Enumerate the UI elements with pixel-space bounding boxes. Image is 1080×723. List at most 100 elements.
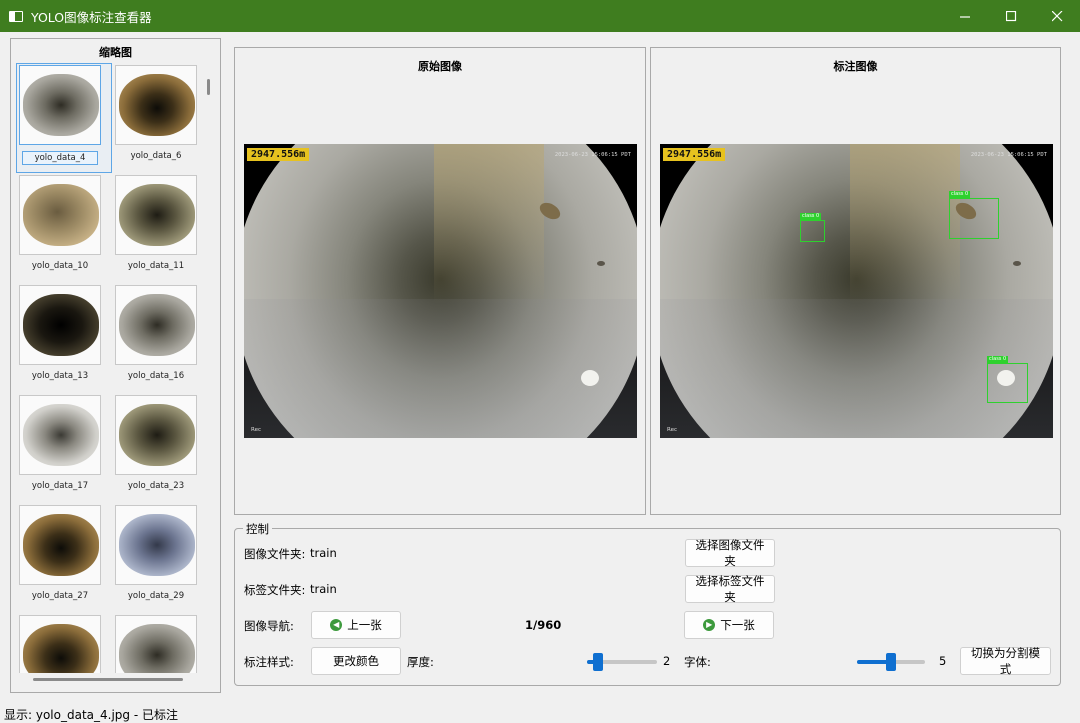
thumbnail-label: yolo_data_4 bbox=[17, 151, 103, 165]
bounding-box[interactable]: class 0 bbox=[987, 356, 1028, 403]
thumbnail-label: yolo_data_11 bbox=[113, 261, 199, 271]
thumbnail-label-text: yolo_data_16 bbox=[127, 371, 185, 381]
thumbnail-image-frame bbox=[19, 285, 101, 365]
font-label: 字体: bbox=[684, 655, 711, 669]
thumbnail-label-text: yolo_data_6 bbox=[130, 151, 182, 161]
select-image-folder-button[interactable]: 选择图像文件夹 bbox=[685, 538, 775, 568]
close-button[interactable] bbox=[1034, 0, 1080, 32]
thumbnail-image bbox=[23, 514, 99, 576]
thumbnail-label: yolo_data_23 bbox=[113, 481, 199, 491]
depth-overlay: 2947.556m bbox=[247, 148, 310, 161]
font-size-slider[interactable] bbox=[857, 653, 925, 671]
thumbnail-image bbox=[119, 404, 195, 466]
original-image-title: 原始图像 bbox=[418, 60, 462, 73]
thumbnail-grid: yolo_data_4 yolo_data_6 yolo_data_10 yolo_d… bbox=[17, 65, 207, 673]
thumbnail-item[interactable]: yolo_data_17 bbox=[17, 395, 103, 491]
thumbnail-label: yolo_data_10 bbox=[17, 261, 103, 271]
change-color-button[interactable]: 更改颜色 bbox=[311, 647, 401, 675]
app-icon bbox=[9, 10, 23, 22]
bounding-box-label: class 0 bbox=[800, 213, 822, 220]
thumbnail-label-text: yolo_data_10 bbox=[31, 261, 89, 271]
title-bar: YOLO图像标注查看器 bbox=[0, 0, 1080, 32]
thumbnail-label-text: yolo_data_23 bbox=[127, 481, 185, 491]
thumbnail-item[interactable] bbox=[113, 615, 199, 673]
image-folder-value: train bbox=[310, 546, 337, 560]
thumbnail-item[interactable]: yolo_data_6 bbox=[113, 65, 199, 161]
thumbnail-label-text: yolo_data_11 bbox=[127, 261, 185, 271]
thumbnail-image-frame bbox=[19, 175, 101, 255]
thumbnail-image bbox=[119, 74, 195, 136]
thickness-slider[interactable] bbox=[587, 653, 657, 671]
thumbnail-image-frame bbox=[115, 65, 197, 145]
horizontal-scrollbar[interactable] bbox=[33, 678, 183, 681]
thumbnail-image-frame bbox=[115, 615, 197, 673]
original-image: 2947.556m 2023-06-23 15:06:15 PDT Rec bbox=[244, 144, 637, 438]
thumbnail-item[interactable]: yolo_data_16 bbox=[113, 285, 199, 381]
thumbnail-item[interactable] bbox=[17, 615, 103, 673]
thumbnail-image-frame bbox=[115, 175, 197, 255]
prev-button[interactable]: ◀ 上一张 bbox=[311, 611, 401, 639]
next-button[interactable]: ▶ 下一张 bbox=[684, 611, 774, 639]
thumbnail-item[interactable]: yolo_data_13 bbox=[17, 285, 103, 381]
minimize-button[interactable] bbox=[942, 0, 988, 32]
thumbnail-image-frame bbox=[19, 65, 101, 145]
thumbnail-label-text: yolo_data_29 bbox=[127, 591, 185, 601]
maximize-button[interactable] bbox=[988, 0, 1034, 32]
annotated-image-title: 标注图像 bbox=[833, 60, 878, 73]
thumbnail-item[interactable]: yolo_data_10 bbox=[17, 175, 103, 271]
rec-overlay: Rec bbox=[251, 427, 261, 433]
thumbnail-item[interactable]: yolo_data_23 bbox=[113, 395, 199, 491]
thickness-slider-thumb[interactable] bbox=[593, 653, 603, 671]
thumbnail-image-frame bbox=[19, 505, 101, 585]
thumbnail-label: yolo_data_27 bbox=[17, 591, 103, 601]
thumbnail-item[interactable]: yolo_data_4 bbox=[17, 65, 103, 165]
label-folder-value: train bbox=[310, 582, 337, 596]
annotated-image: 2947.556m 2023-06-23 15:06:15 PDT Rec cl… bbox=[660, 144, 1053, 438]
bounding-box[interactable]: class 0 bbox=[800, 213, 825, 242]
thumbnail-image bbox=[119, 514, 195, 576]
label-folder-label: 标签文件夹: bbox=[244, 583, 306, 597]
thumbnail-item[interactable]: yolo_data_11 bbox=[113, 175, 199, 271]
control-group: 控制 图像文件夹: train 选择图像文件夹 标签文件夹: train 选择标… bbox=[234, 521, 1061, 686]
original-image-panel: 原始图像 2947.556m 2023-06-23 15:06:15 PDT R… bbox=[234, 47, 646, 515]
thumbnail-image-frame bbox=[19, 395, 101, 475]
toggle-segmentation-mode-button[interactable]: 切换为分割模式 bbox=[960, 646, 1051, 676]
thumbnail-header: 缩略图 bbox=[99, 46, 132, 59]
thumbnail-label: yolo_data_29 bbox=[113, 591, 199, 601]
status-bar: 显示: yolo_data_4.jpg - 已标注 bbox=[4, 708, 178, 722]
close-icon bbox=[1051, 10, 1062, 21]
vertical-scrollbar[interactable] bbox=[207, 79, 210, 95]
timestamp-overlay: 2023-06-23 15:06:15 PDT bbox=[970, 152, 1047, 158]
bounding-box-label: class 0 bbox=[949, 191, 971, 198]
thumbnail-image bbox=[23, 404, 99, 466]
rec-overlay: Rec bbox=[667, 427, 677, 433]
font-size-slider-thumb[interactable] bbox=[886, 653, 896, 671]
arrow-right-icon: ▶ bbox=[703, 619, 716, 631]
arrow-left-icon: ◀ bbox=[330, 619, 343, 631]
thumbnail-label-text: yolo_data_27 bbox=[31, 591, 89, 601]
thumbnail-item[interactable]: yolo_data_29 bbox=[113, 505, 199, 601]
thumbnail-image bbox=[119, 624, 195, 673]
thickness-label: 厚度: bbox=[407, 655, 434, 669]
thumbnail-item[interactable]: yolo_data_27 bbox=[17, 505, 103, 601]
thumbnail-label-text: yolo_data_17 bbox=[31, 481, 89, 491]
font-size-value: 5 bbox=[939, 654, 947, 668]
thumbnail-panel: 缩略图 yolo_data_4 yolo_data_6 yolo_data_10 yo… bbox=[10, 38, 221, 693]
bounding-box[interactable]: class 0 bbox=[949, 191, 999, 239]
thumbnail-image bbox=[23, 184, 99, 246]
timestamp-overlay: 2023-06-23 15:06:15 PDT bbox=[554, 152, 631, 158]
thumbnail-image-frame bbox=[115, 285, 197, 365]
bounding-box-label: class 0 bbox=[987, 356, 1009, 363]
thumbnail-label-text: yolo_data_13 bbox=[31, 371, 89, 381]
minimize-icon bbox=[959, 15, 970, 18]
next-button-label: 下一张 bbox=[720, 618, 755, 632]
image-counter: 1/960 bbox=[525, 618, 562, 632]
style-label: 标注样式: bbox=[244, 655, 294, 669]
thumbnail-image-frame bbox=[19, 615, 101, 673]
select-label-folder-button[interactable]: 选择标签文件夹 bbox=[685, 574, 775, 604]
thumbnail-image bbox=[23, 74, 99, 136]
thickness-value: 2 bbox=[663, 654, 671, 668]
thumbnail-image bbox=[23, 294, 99, 356]
thumbnail-label-text: yolo_data_4 bbox=[21, 151, 99, 165]
prev-button-label: 上一张 bbox=[347, 618, 382, 632]
